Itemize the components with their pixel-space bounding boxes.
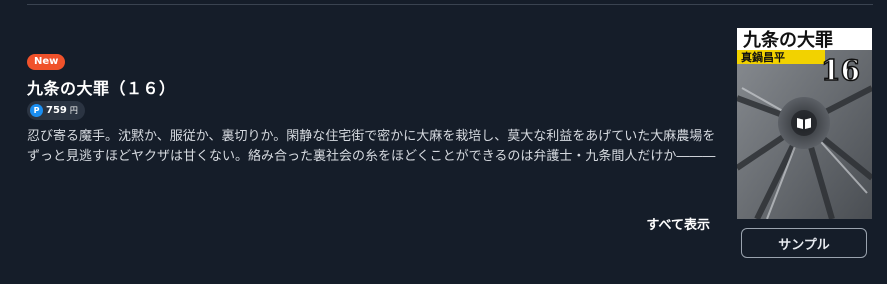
new-badge: New <box>27 54 66 70</box>
book-open-icon <box>791 110 817 136</box>
book-cover[interactable]: 九条の大罪 真鍋昌平 16 <box>737 28 872 219</box>
book-description: 忍び寄る魔手。沈黙か、服従か、裏切りか。閑静な住宅街で密かに大麻を栽培し、莫大な… <box>27 129 716 164</box>
book-detail-panel: New 九条の大罪（１６） P 759 円 忍び寄る魔手。沈黙か、服従か、裏切り… <box>0 0 887 284</box>
price-value: 759 <box>46 105 67 116</box>
cover-volume: 16 <box>821 54 860 87</box>
price-unit: 円 <box>69 106 78 115</box>
cover-author: 真鍋昌平 <box>741 50 785 64</box>
price-badge: P 759 円 <box>27 101 85 120</box>
show-all-link[interactable]: すべて表示 <box>646 214 710 233</box>
cover-title: 九条の大罪 <box>742 29 833 51</box>
top-divider <box>27 4 873 5</box>
sample-button[interactable]: サンプル <box>741 228 867 258</box>
point-coin-icon: P <box>30 104 43 117</box>
book-title: 九条の大罪（１６） <box>27 79 176 98</box>
